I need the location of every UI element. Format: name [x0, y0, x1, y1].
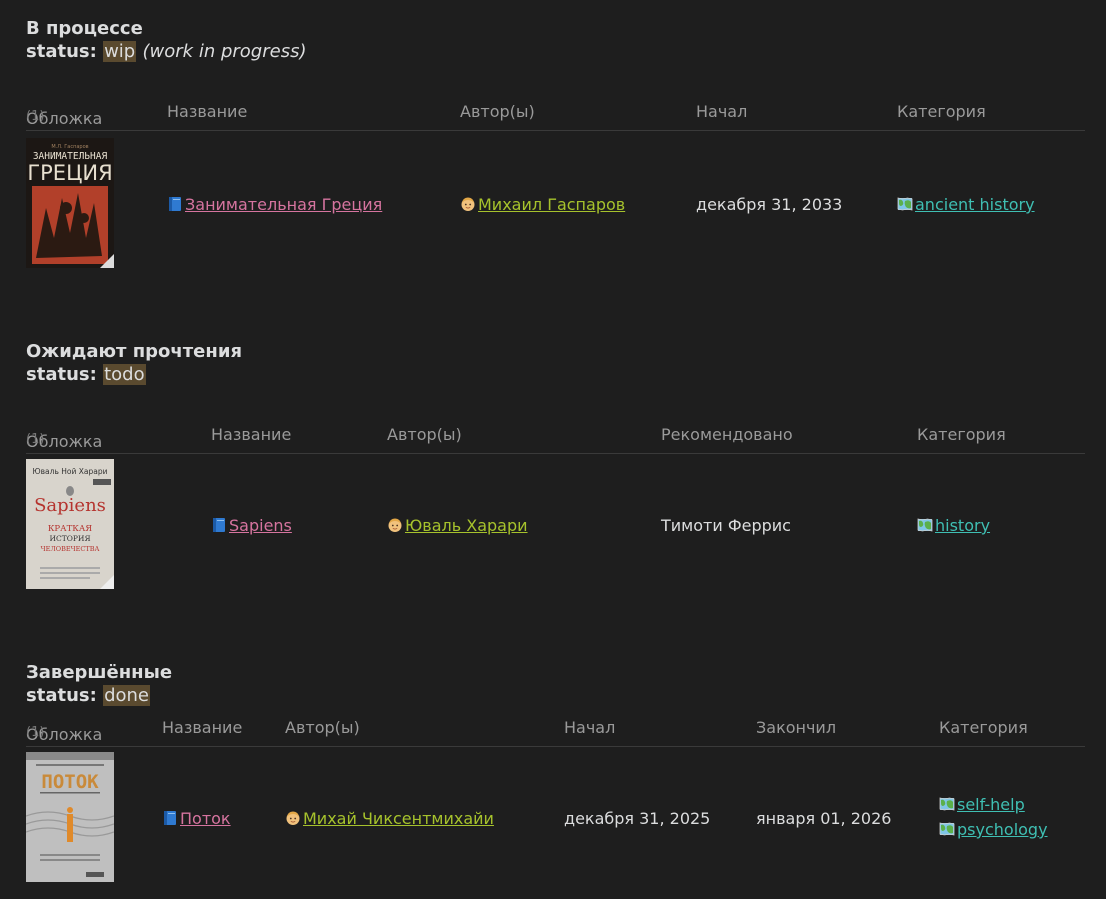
section-todo: Ожидают прочтения status: todo Обложка (… — [26, 341, 1085, 589]
blue-book-icon — [167, 196, 183, 212]
category-link[interactable]: psychology — [957, 820, 1048, 839]
category-item: psychology — [939, 820, 1048, 839]
status-label: status: — [26, 685, 97, 706]
world-map-icon — [939, 796, 955, 812]
title-cell: Поток — [162, 809, 231, 828]
status-line: status: todo — [26, 363, 1085, 387]
category-link[interactable]: history — [935, 516, 990, 535]
title-cell: Sapiens — [211, 516, 292, 535]
cover-count: (1) — [26, 725, 45, 740]
book-cover[interactable]: ПОТОК — [26, 752, 114, 882]
status-value: done — [103, 685, 150, 706]
column-finished: Закончил — [756, 718, 837, 737]
column-started: Начал — [696, 102, 748, 121]
author-cell: Юваль Харари — [387, 516, 528, 535]
table-header: Обложка (1) Название Автор(ы) Рекомендов… — [26, 418, 1085, 454]
blue-book-icon — [162, 810, 178, 826]
person-icon — [460, 196, 476, 212]
cover-author-text: М.Л. Гаспаров — [51, 144, 88, 150]
author-cell: Михаил Гаспаров — [460, 195, 625, 214]
column-authors: Автор(ы) — [387, 425, 462, 444]
cover-title-line1: ПОТОК — [41, 771, 99, 793]
cover-title-line2: КРАТКАЯ — [48, 524, 92, 534]
status-label: status: — [26, 364, 97, 385]
author-cell: Михай Чиксентмихайи — [285, 809, 494, 828]
section-heading: В процессе — [26, 18, 143, 39]
started-date: декабря 31, 2025 — [564, 809, 711, 828]
column-title: Название — [167, 102, 248, 121]
cover-author-text: Юваль Ной Харари — [33, 467, 108, 476]
category-link[interactable]: self-help — [957, 795, 1025, 814]
author-link[interactable]: Юваль Харари — [405, 516, 528, 535]
section-heading: Завершённые — [26, 662, 173, 683]
column-title: Название — [211, 425, 292, 444]
person-icon — [387, 517, 403, 533]
status-label: status: — [26, 41, 97, 62]
category-item: self-help — [939, 795, 1048, 814]
world-map-icon — [917, 517, 933, 533]
table-header: Обложка (1) Название Автор(ы) Начал Кате… — [26, 95, 1085, 131]
book-title-link[interactable]: Занимательная Греция — [185, 195, 382, 214]
cover-title-line3: ИСТОРИЯ — [49, 534, 90, 543]
category-link[interactable]: ancient history — [915, 195, 1035, 214]
column-title: Название — [162, 718, 243, 737]
category-cell: self-help psychology — [939, 795, 1048, 839]
person-icon — [285, 810, 301, 826]
column-recommended: Рекомендовано — [661, 425, 793, 444]
title-cell: Занимательная Греция — [167, 195, 382, 214]
cover-title-line1: Sapiens — [34, 495, 106, 516]
column-started: Начал — [564, 718, 616, 737]
cover-title-line2: ГРЕЦИЯ — [27, 161, 112, 185]
column-authors: Автор(ы) — [285, 718, 360, 737]
recommended-by: Тимоти Феррис — [661, 516, 791, 535]
section-heading: Ожидают прочтения — [26, 341, 242, 362]
column-authors: Автор(ы) — [460, 102, 535, 121]
category-cell: ancient history — [897, 195, 1035, 214]
world-map-icon — [939, 821, 955, 837]
book-cover[interactable]: М.Л. Гаспаров ЗАНИМАТЕЛЬНАЯ ГРЕЦИЯ — [26, 138, 114, 268]
book-title-link[interactable]: Sapiens — [229, 516, 292, 535]
status-value: wip — [103, 41, 137, 62]
status-line: status: done — [26, 684, 1085, 708]
blue-book-icon — [211, 517, 227, 533]
status-line: status: wip (work in progress) — [26, 40, 1085, 64]
author-link[interactable]: Михай Чиксентмихайи — [303, 809, 494, 828]
section-done: Завершённые status: done Обложка (1) Наз… — [26, 662, 1085, 882]
finished-date: января 01, 2026 — [756, 809, 892, 828]
book-title-link[interactable]: Поток — [180, 809, 231, 828]
cover-count: (1) — [26, 432, 45, 447]
category-cell: history — [917, 516, 990, 535]
world-map-icon — [897, 196, 913, 212]
table-header: Обложка (1) Название Автор(ы) Начал Зако… — [26, 711, 1085, 747]
author-link[interactable]: Михаил Гаспаров — [478, 195, 625, 214]
section-wip: В процессе status: wip (work in progress… — [26, 18, 1085, 268]
status-value: todo — [103, 364, 146, 385]
cover-title-line4: ЧЕЛОВЕЧЕСТВА — [41, 545, 100, 553]
status-note: (work in progress) — [142, 41, 307, 62]
book-cover[interactable]: Юваль Ной Харари Sapiens КРАТКАЯ ИСТОРИЯ… — [26, 459, 114, 589]
cover-count: (1) — [26, 109, 45, 124]
started-date: декабря 31, 2033 — [696, 195, 843, 214]
column-category: Категория — [897, 102, 986, 121]
column-category: Категория — [939, 718, 1028, 737]
column-category: Категория — [917, 425, 1006, 444]
